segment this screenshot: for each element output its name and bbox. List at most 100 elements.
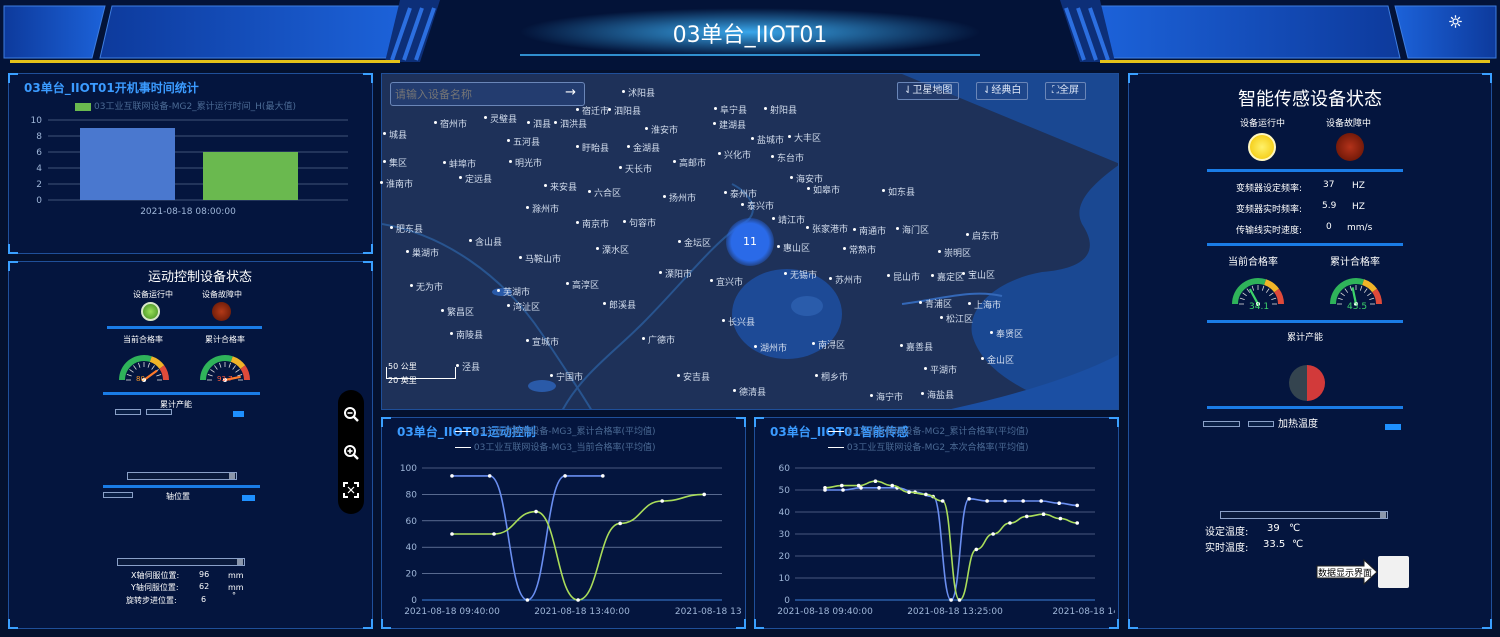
gear-icon[interactable]	[1448, 14, 1463, 29]
motion-fault-lamp	[212, 302, 231, 321]
output-start-input[interactable]	[115, 409, 141, 415]
gauge-tick	[151, 365, 155, 370]
data-point[interactable]	[702, 492, 706, 497]
data-point[interactable]	[890, 483, 895, 488]
data-point[interactable]	[487, 474, 492, 478]
data-point[interactable]	[525, 598, 530, 602]
city-dot	[754, 345, 757, 348]
zoom-out-icon[interactable]	[343, 406, 359, 422]
output-query-button[interactable]	[233, 411, 244, 417]
city-dot	[509, 160, 512, 163]
city-dot	[981, 357, 984, 360]
gauge-arc	[1274, 288, 1284, 305]
motion-control-panel	[8, 261, 373, 629]
data-point[interactable]	[841, 488, 845, 492]
heat-end-input[interactable]	[1248, 421, 1274, 427]
bar[interactable]	[80, 128, 175, 200]
data-point[interactable]	[450, 474, 454, 478]
data-point[interactable]	[907, 490, 911, 494]
data-point[interactable]	[1075, 503, 1079, 508]
city-dot	[900, 344, 903, 347]
city-dot	[887, 274, 890, 277]
data-point[interactable]	[1021, 499, 1025, 503]
output-end-input[interactable]	[146, 409, 172, 415]
data-display-button[interactable]: 数据显示界面	[1318, 566, 1372, 579]
heat-slider[interactable]	[1220, 511, 1388, 519]
bar[interactable]	[203, 152, 298, 200]
data-point[interactable]	[840, 483, 844, 488]
data-point[interactable]	[877, 486, 881, 490]
data-point[interactable]	[660, 499, 664, 503]
data-point[interactable]	[563, 474, 567, 478]
data-point[interactable]	[1024, 514, 1029, 519]
data-point[interactable]	[1003, 499, 1007, 503]
map-search-box[interactable]: →	[390, 82, 585, 106]
data-point[interactable]	[1039, 499, 1043, 503]
data-point[interactable]	[823, 486, 827, 490]
city-label: 沭阳县	[628, 89, 656, 99]
data-point[interactable]	[1008, 521, 1012, 525]
rotate-step-unit: °	[232, 591, 236, 600]
heat-query-button[interactable]	[1385, 424, 1401, 430]
data-point[interactable]	[601, 474, 605, 478]
city-dot	[678, 240, 681, 243]
sensor-legend-item-1[interactable]: 03工业互联网设备-MG2_累计合格率(平均值)	[828, 424, 1029, 437]
data-point[interactable]	[940, 499, 945, 503]
device-cluster-marker[interactable]: 11	[726, 218, 774, 266]
data-point[interactable]	[991, 532, 995, 536]
city-dot	[677, 374, 680, 377]
data-point[interactable]	[1041, 512, 1046, 516]
axis-query-button[interactable]	[242, 495, 255, 501]
heat-start-input[interactable]	[1203, 421, 1240, 427]
motion-legend-item-2[interactable]: 03工业互联网设备-MG3_当前合格率(平均值)	[455, 440, 656, 453]
sensor-legend-item-2[interactable]: 03工业互联网设备-MG2_本次合格率(平均值)	[828, 440, 1029, 453]
search-arrow-icon[interactable]: →	[565, 85, 576, 100]
y-servo-label: Y轴伺服位置:	[131, 583, 179, 592]
fullscreen-button[interactable]: ⛶全屏	[1045, 82, 1086, 100]
data-point[interactable]	[1057, 501, 1061, 505]
data-point[interactable]	[492, 532, 496, 536]
sensor-output-label: 累计产能	[1287, 333, 1324, 343]
data-point[interactable]	[949, 598, 953, 602]
x-tick-label: 2021-08-18 14:2	[1052, 607, 1115, 617]
axis-slider[interactable]	[117, 558, 245, 566]
city-dot	[815, 374, 818, 377]
motion-legend-item-1[interactable]: 03工业互联网设备-MG3_累计合格率(平均值)	[455, 424, 656, 437]
data-point[interactable]	[957, 598, 962, 602]
runtime-legend-item[interactable]: 03工业互联网设备-MG2_累计运行时间_H(最大值)	[75, 99, 296, 112]
city-label: 马鞍山市	[525, 255, 562, 265]
output-slider[interactable]	[127, 472, 237, 480]
data-point[interactable]	[967, 497, 971, 501]
data-point[interactable]	[856, 483, 861, 488]
data-point[interactable]	[873, 479, 878, 483]
city-dot	[714, 107, 717, 110]
data-display-image-button[interactable]	[1378, 556, 1409, 588]
data-point[interactable]	[1075, 521, 1079, 525]
gauge-tick	[232, 365, 236, 370]
axis-start-input[interactable]	[103, 492, 133, 498]
data-point[interactable]	[534, 509, 538, 514]
city-dot	[441, 309, 444, 312]
data-point[interactable]	[974, 547, 979, 552]
data-point[interactable]	[576, 598, 580, 602]
city-label: 崇明区	[944, 249, 972, 259]
device-search-input[interactable]	[395, 86, 555, 102]
data-point[interactable]	[924, 492, 928, 497]
gauge-tick	[228, 362, 231, 368]
data-point[interactable]	[985, 499, 989, 503]
city-dot	[722, 319, 725, 322]
data-point[interactable]	[1058, 516, 1063, 521]
city-label: 海盐县	[927, 391, 955, 401]
city-dot	[443, 161, 446, 164]
data-point[interactable]	[618, 521, 622, 526]
data-point[interactable]	[450, 532, 454, 536]
city-label: 东台市	[777, 154, 805, 164]
zoom-in-icon[interactable]	[343, 444, 359, 460]
city-dot	[554, 121, 557, 124]
gauge-tick	[1340, 292, 1345, 297]
classic-white-button[interactable]: ⇃经典白	[976, 82, 1029, 100]
city-dot	[642, 337, 645, 340]
city-label: 泰兴市	[747, 202, 775, 212]
satellite-map-button[interactable]: ⇃卫星地图	[897, 82, 960, 100]
fit-view-icon[interactable]	[343, 482, 359, 498]
